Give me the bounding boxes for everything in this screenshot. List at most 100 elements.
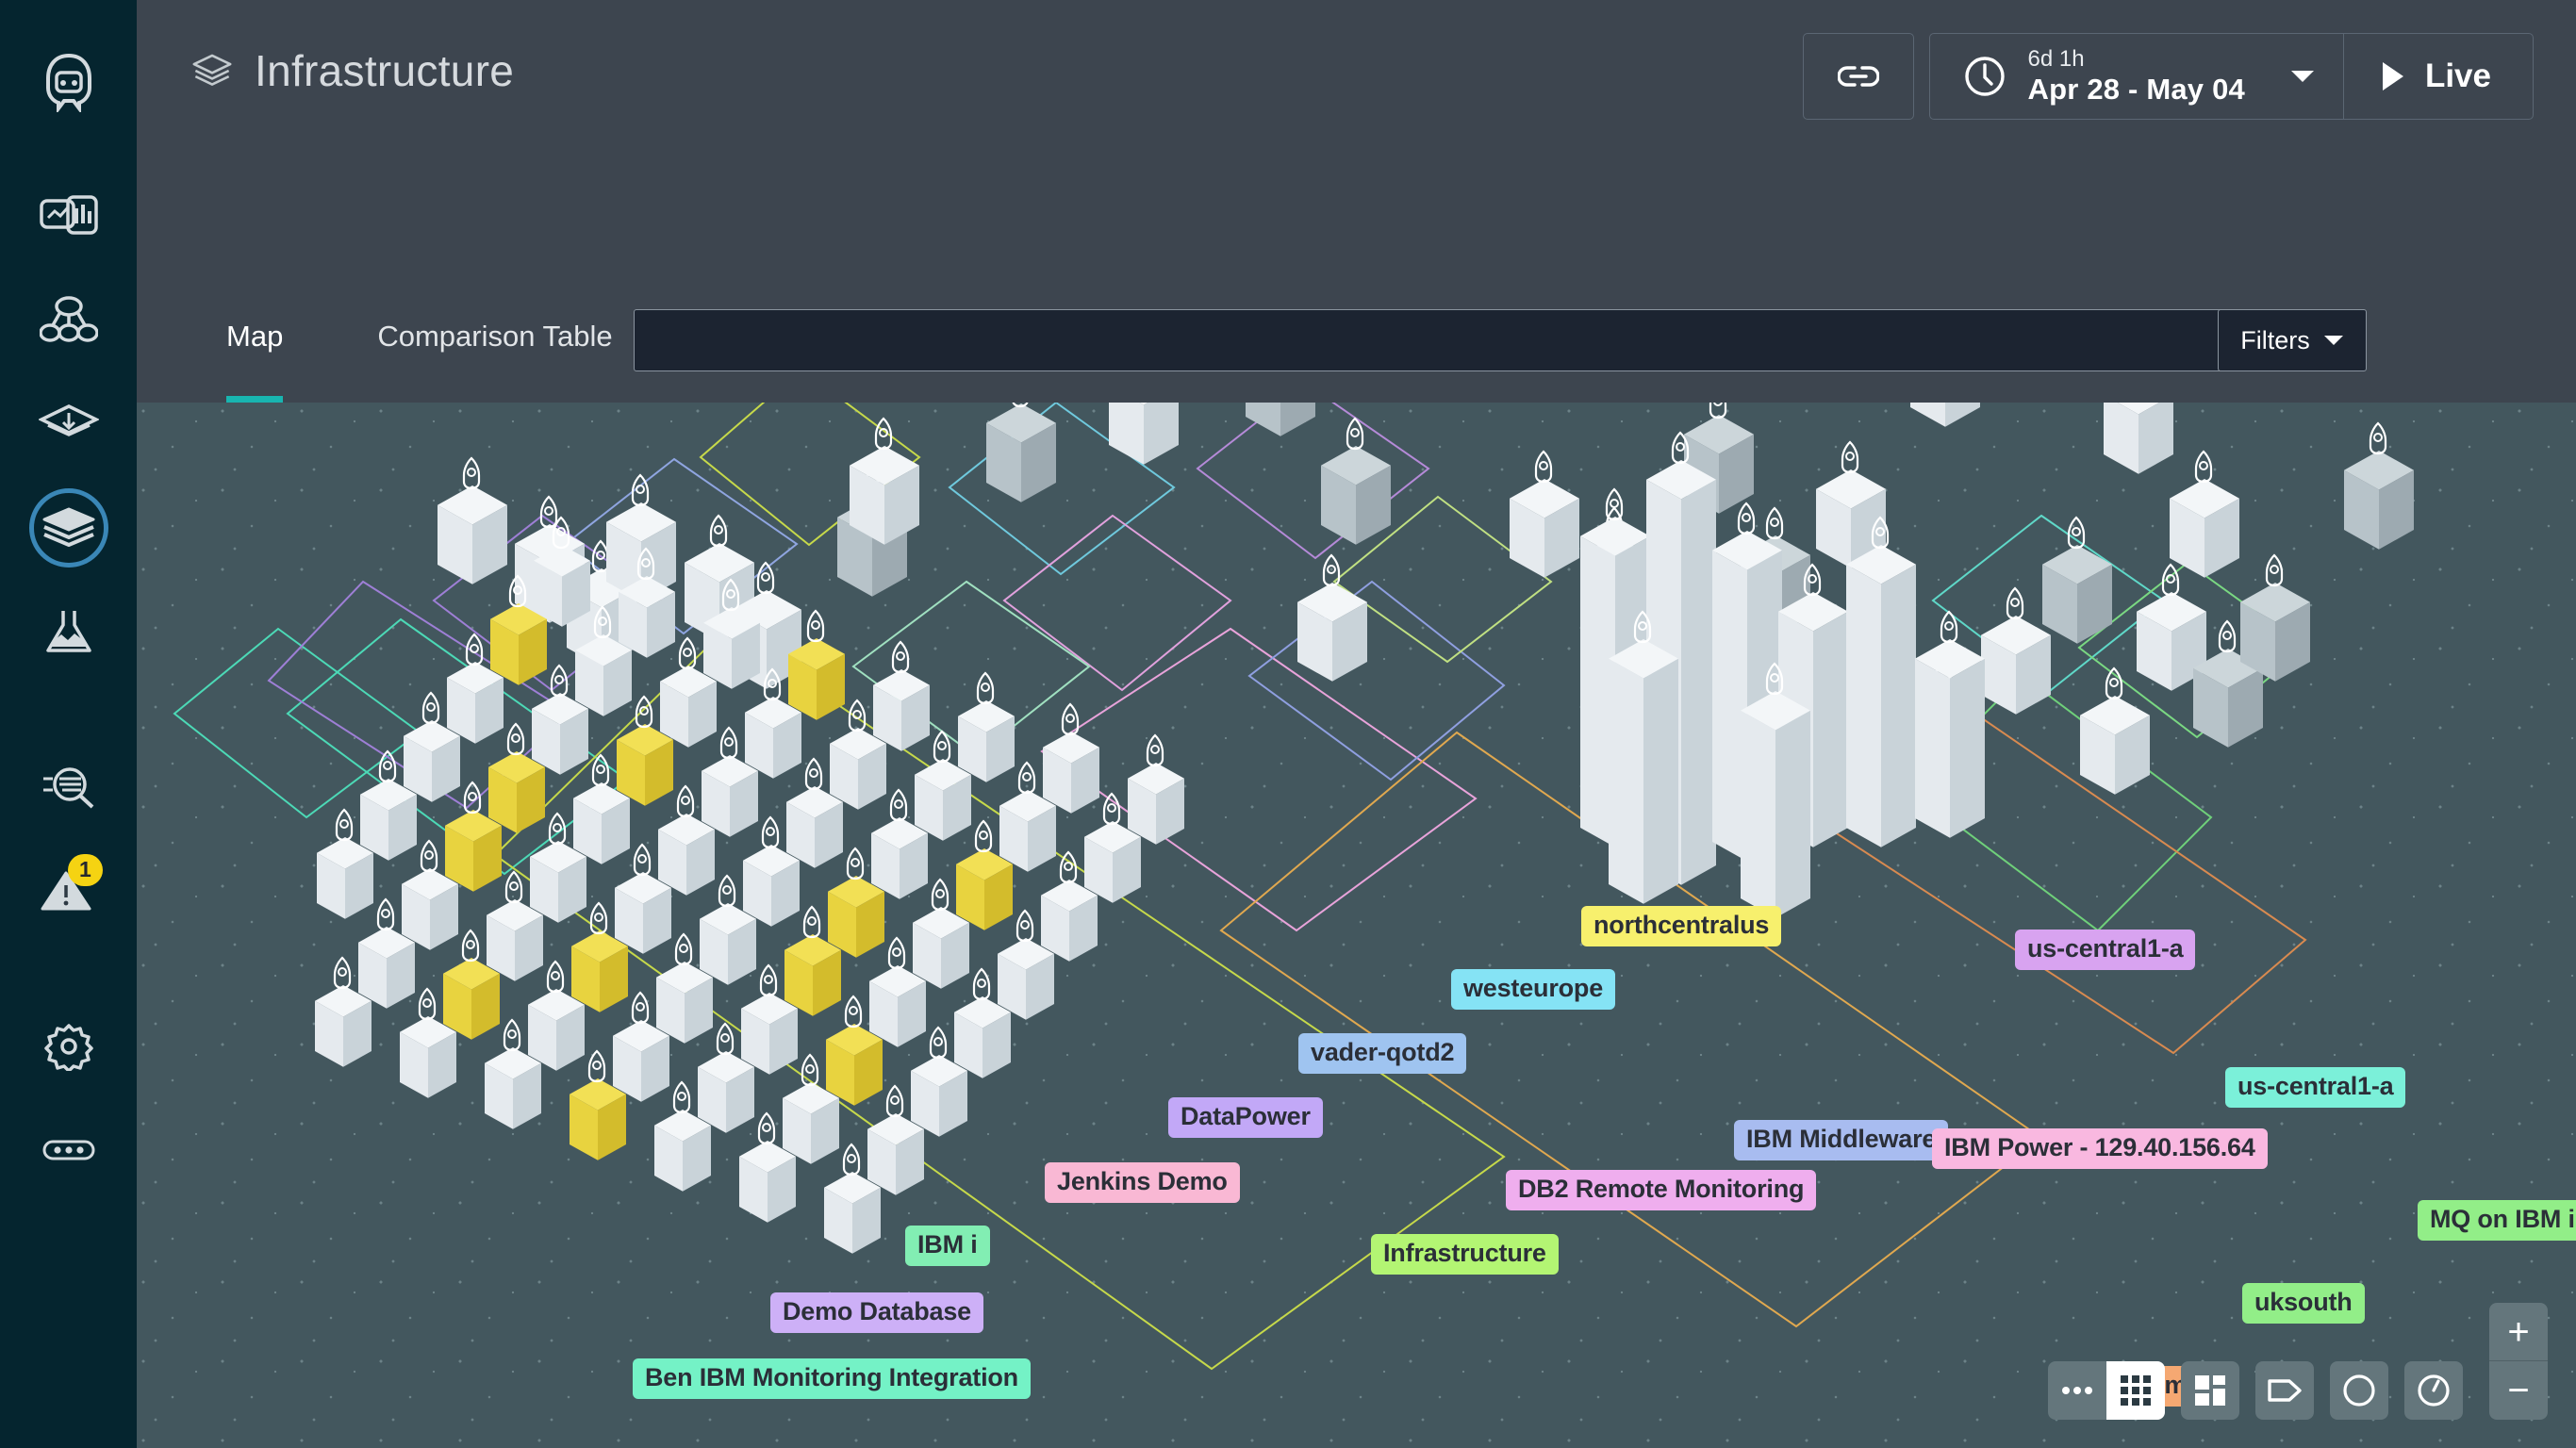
- zoom-controls: + −: [2489, 1303, 2548, 1420]
- chevron-down-icon: [2290, 71, 2314, 82]
- host-hexagon[interactable]: [1509, 450, 1580, 584]
- map-label[interactable]: us-central1-a: [2225, 1067, 2406, 1108]
- sidebar-item-infrastructure[interactable]: [0, 476, 137, 580]
- host-hexagon[interactable]: [1909, 403, 1981, 433]
- sidebar-item-services[interactable]: [0, 269, 137, 372]
- more-options-button[interactable]: [2048, 1361, 2106, 1420]
- host-hexagon[interactable]: [2239, 553, 2311, 687]
- host-hexagon[interactable]: [1914, 610, 1986, 844]
- tag-icon: [2268, 1379, 2302, 1402]
- sidebar-item-monitors[interactable]: 1: [0, 839, 137, 943]
- host-hexagon[interactable]: [1108, 403, 1180, 470]
- host-hexagon[interactable]: [985, 403, 1057, 508]
- host-hexagon[interactable]: [823, 1143, 882, 1259]
- search-input[interactable]: [634, 309, 2223, 371]
- host-hexagon[interactable]: [1845, 516, 1917, 853]
- host-hexagon[interactable]: [484, 1018, 542, 1135]
- sidebar-item-experiments[interactable]: [0, 580, 137, 683]
- tab-map[interactable]: Map: [179, 271, 330, 403]
- half-moon-icon: [2343, 1374, 2375, 1407]
- sidebar-item-dashboards[interactable]: [0, 165, 137, 269]
- filters-button[interactable]: Filters: [2218, 309, 2367, 371]
- map-label[interactable]: Demo Database: [770, 1292, 983, 1333]
- host-hexagon[interactable]: [738, 1111, 797, 1228]
- sidebar-item-more[interactable]: [0, 1098, 137, 1202]
- time-range: Apr 28 - May 04: [2027, 72, 2245, 106]
- host-hexagon[interactable]: [1296, 553, 1368, 687]
- page-header: Infrastructure 6d 1h Apr 28 - May 04 Liv…: [137, 0, 2576, 271]
- sidebar-divider-gap: [0, 683, 137, 735]
- left-nav: 1: [0, 0, 137, 1448]
- datadog-logo-icon: [45, 53, 91, 112]
- sidebar-item-logs[interactable]: [0, 735, 137, 839]
- map-label[interactable]: DB2 Remote Monitoring: [1506, 1170, 1817, 1210]
- grid-mixed-icon: [2195, 1375, 2225, 1406]
- filters-label: Filters: [2240, 325, 2310, 354]
- sidebar-item-apm[interactable]: [0, 372, 137, 476]
- host-hexagon[interactable]: [2041, 516, 2113, 650]
- app-logo[interactable]: [0, 0, 137, 165]
- time-duration: 6d 1h: [2027, 46, 2085, 73]
- infrastructure-map[interactable]: northcentralus us-central1-a westeurope vad…: [137, 403, 2576, 1448]
- play-icon: [2382, 62, 2403, 90]
- map-label[interactable]: westeurope: [1451, 969, 1616, 1010]
- map-label[interactable]: IBM i: [905, 1226, 990, 1266]
- header-actions: 6d 1h Apr 28 - May 04 Live: [1802, 33, 2534, 120]
- map-label[interactable]: MQ on IBM i: [2418, 1200, 2576, 1241]
- host-hexagon[interactable]: [1447, 403, 1519, 404]
- host-hexagon[interactable]: [1320, 417, 1392, 551]
- grid-view-button[interactable]: [2106, 1361, 2165, 1420]
- host-hexagon[interactable]: [1740, 662, 1811, 924]
- host-hexagon[interactable]: [2343, 421, 2415, 555]
- host-hexagon[interactable]: [399, 987, 457, 1104]
- host-hexagon[interactable]: [1608, 610, 1679, 910]
- host-hexagon[interactable]: [2079, 666, 2151, 800]
- live-button[interactable]: Live: [2342, 33, 2534, 120]
- time-range-picker[interactable]: 6d 1h Apr 28 - May 04: [1928, 33, 2343, 120]
- view-tabs: Map Comparison Table: [179, 271, 660, 403]
- tab-comparison-table[interactable]: Comparison Table: [330, 271, 659, 403]
- map-label[interactable]: uksouth: [2242, 1283, 2365, 1324]
- stacked-layers-icon: [42, 507, 94, 547]
- map-label[interactable]: IBM Power - 129.40.156.64: [1932, 1128, 2268, 1169]
- service-map-icon: [39, 296, 98, 342]
- breadcrumb: Infrastructure: [190, 45, 514, 96]
- stacked-layers-icon: [192, 54, 232, 86]
- map-label[interactable]: DataPower: [1168, 1097, 1323, 1138]
- host-hexagon[interactable]: [653, 1080, 712, 1197]
- grid-dense-icon: [2121, 1375, 2151, 1406]
- gauge-view-button[interactable]: [2404, 1361, 2463, 1420]
- dashboard-icon: [39, 195, 98, 235]
- map-label[interactable]: northcentralus: [1581, 906, 1782, 946]
- fill-view-button[interactable]: [2330, 1361, 2388, 1420]
- tab-comparison-table-label: Comparison Table: [377, 320, 613, 353]
- map-label[interactable]: Ben IBM Monitoring Integration: [633, 1358, 1031, 1399]
- map-label[interactable]: Jenkins Demo: [1045, 1162, 1240, 1203]
- map-label[interactable]: Infrastructure: [1371, 1234, 1559, 1275]
- map-view-controls: [2048, 1361, 2463, 1420]
- zoom-out-button[interactable]: −: [2489, 1361, 2548, 1420]
- host-hexagon[interactable]: [1980, 586, 2052, 720]
- host-hexagon[interactable]: [849, 417, 920, 551]
- host-hexagon[interactable]: [2103, 403, 2174, 480]
- sidebar-item-settings[interactable]: [0, 995, 137, 1098]
- copy-link-button[interactable]: [1802, 33, 1914, 120]
- zoom-in-button[interactable]: +: [2489, 1303, 2548, 1361]
- more-dots-icon: [2062, 1387, 2092, 1394]
- host-hexagon[interactable]: [2169, 450, 2240, 584]
- tag-view-button[interactable]: [2255, 1361, 2314, 1420]
- host-hexagon[interactable]: [316, 808, 374, 925]
- map-label[interactable]: vader-qotd2: [1298, 1033, 1467, 1074]
- page-title: Infrastructure: [255, 46, 515, 95]
- gear-icon: [43, 1024, 93, 1071]
- map-view-group: [2048, 1361, 2165, 1420]
- map-label[interactable]: IBM Middleware: [1734, 1120, 1949, 1160]
- host-hexagon[interactable]: [314, 956, 372, 1073]
- host-hexagon[interactable]: [437, 456, 508, 590]
- map-label[interactable]: us-central1-a: [2015, 930, 2196, 970]
- host-hexagon[interactable]: [1245, 403, 1316, 442]
- layers-flat-icon: [38, 404, 99, 436]
- host-hexagon[interactable]: [569, 1049, 627, 1166]
- group-view-button[interactable]: [2181, 1361, 2239, 1420]
- monitors-badge: 1: [68, 854, 103, 886]
